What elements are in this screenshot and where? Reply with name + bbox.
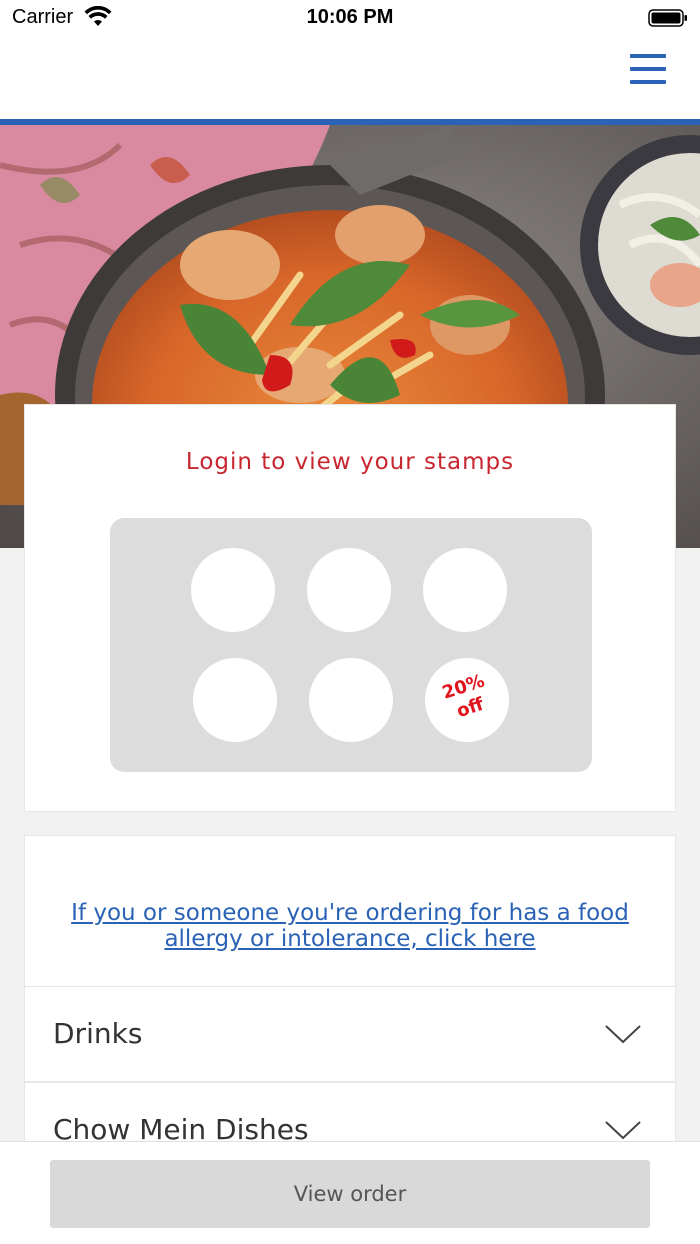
loyalty-card: Login to view your stamps 20% off <box>24 404 676 812</box>
status-time: 10:06 PM <box>306 6 394 28</box>
stamp-slot <box>191 548 275 632</box>
stamp-slot <box>423 548 507 632</box>
allergy-card: If you or someone you're ordering for ha… <box>24 835 676 987</box>
allergy-info-link[interactable]: If you or someone you're ordering for ha… <box>45 900 655 952</box>
stamp-slot <box>193 658 277 742</box>
reward-stamp: 20% off <box>425 658 509 742</box>
chevron-down-icon <box>605 1121 641 1140</box>
view-order-button[interactable]: View order <box>50 1160 650 1228</box>
bottom-bar: View order <box>0 1141 700 1244</box>
stamp-slot <box>307 548 391 632</box>
reward-text: 20% off <box>420 664 513 732</box>
chevron-down-icon <box>605 1025 641 1044</box>
status-bar: Carrier 10:06 PM <box>0 0 700 40</box>
category-label: Drinks <box>53 1017 143 1050</box>
battery-icon <box>648 9 687 27</box>
hamburger-menu-icon[interactable] <box>630 54 666 88</box>
category-drinks[interactable]: Drinks <box>24 986 676 1082</box>
stamp-slot <box>309 658 393 742</box>
stamp-grid: 20% off <box>110 518 592 772</box>
login-stamps-link[interactable]: Login to view your stamps <box>25 449 675 475</box>
app-header <box>0 40 700 120</box>
